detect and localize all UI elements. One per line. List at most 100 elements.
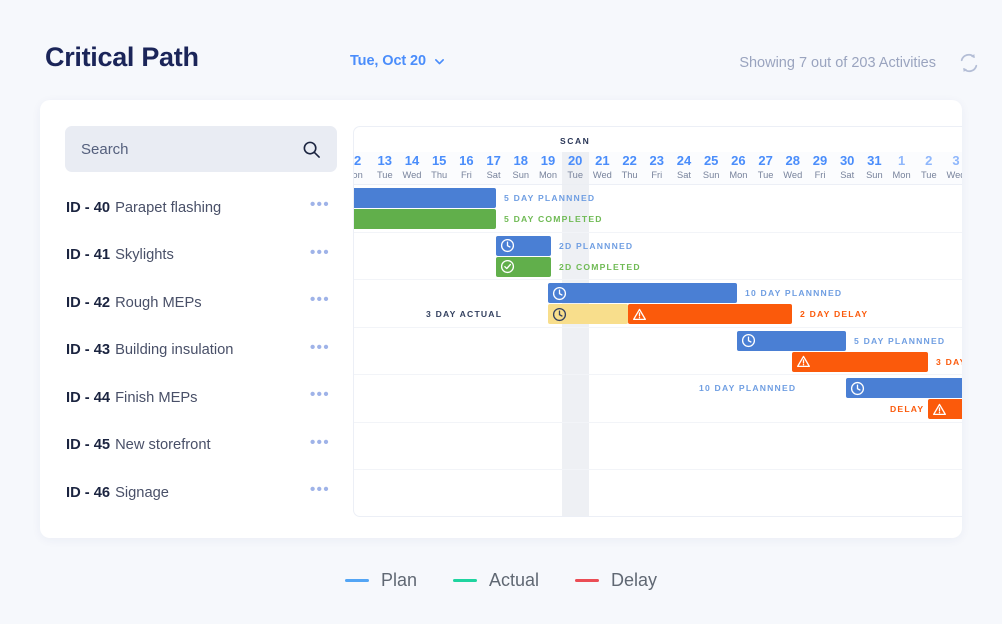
search-box[interactable] (65, 126, 337, 172)
day-column[interactable]: 3 Wed (942, 152, 963, 182)
clock-icon (552, 307, 567, 321)
day-number: 18 (513, 153, 529, 168)
completed-bar[interactable] (496, 256, 551, 277)
gantt-panel: SCAN 2 on 13 Tue 14 Wed 15 Thu 16 Fri 17 Sat 18 Sun 19… (353, 126, 962, 517)
legend-item: Delay (575, 570, 657, 591)
day-weekday: Mon (538, 170, 558, 180)
day-weekday: Thu (431, 170, 448, 180)
day-number: 21 (595, 153, 610, 168)
critical-path-card: ID - 40Parapet flashing•••ID - 41Skyligh… (40, 100, 962, 538)
row-menu-icon[interactable]: ••• (310, 435, 330, 451)
day-column[interactable]: 20 Tue (562, 152, 589, 182)
completed-bar[interactable] (354, 209, 496, 229)
day-weekday: Tue (757, 170, 774, 180)
day-column[interactable]: 14 Wed (398, 152, 425, 182)
day-column[interactable]: 21 Wed (589, 152, 616, 182)
chart-legend: Plan Actual Delay (0, 570, 1002, 591)
search-icon[interactable] (302, 140, 321, 159)
day-column[interactable]: 29 Fri (806, 152, 833, 182)
task-id: ID - 45 (66, 437, 111, 454)
legend-label: Delay (611, 570, 658, 590)
day-weekday: Sun (512, 170, 530, 180)
day-column[interactable]: 22 Thu (616, 152, 643, 182)
task-row[interactable]: ID - 43 Building insulation ••• (40, 327, 352, 375)
search-input[interactable] (81, 140, 302, 158)
task-name: Building insulation (115, 342, 234, 359)
plan-bar[interactable] (846, 378, 962, 398)
row-menu-icon[interactable]: ••• (310, 482, 330, 498)
task-id: ID - 43 (66, 342, 111, 359)
task-name: Skylights (115, 247, 174, 264)
day-column[interactable]: 15 Thu (426, 152, 453, 182)
day-number: 26 (731, 153, 746, 168)
delay-bar[interactable] (792, 351, 928, 372)
day-column[interactable]: 23 Fri (643, 152, 670, 182)
day-number: 27 (758, 153, 773, 168)
day-column[interactable]: 2 Tue (915, 152, 942, 182)
date-picker[interactable]: Tue, Oct 20 (350, 53, 446, 69)
task-row[interactable]: ID - 45 New storefront ••• (40, 422, 352, 470)
day-column[interactable]: 30 Sat (834, 152, 861, 182)
clock-icon (500, 238, 515, 253)
day-weekday: Wed (946, 170, 963, 180)
day-weekday: Sun (702, 170, 720, 180)
day-column[interactable]: 17 Sat (480, 152, 507, 182)
page-header: Critical Path Tue, Oct 20 Showing 7 out … (0, 42, 1002, 94)
day-column[interactable]: 18 Sun (507, 152, 534, 182)
refresh-icon[interactable] (958, 52, 980, 74)
day-column[interactable]: 24 Sat (670, 152, 697, 182)
task-row[interactable]: ID - 40 Parapet flashing ••• (40, 184, 352, 232)
warning-triangle-icon (633, 308, 646, 320)
date-picker-label: Tue, Oct 20 (350, 53, 426, 69)
task-name: New storefront (115, 437, 211, 454)
row-menu-icon[interactable]: ••• (310, 387, 330, 403)
day-column[interactable]: 2 on (354, 152, 371, 182)
plan-bar-label: 2D PLANNNED (559, 240, 634, 251)
delay-bar[interactable] (928, 399, 962, 419)
day-weekday: Wed (783, 170, 803, 180)
plan-bar[interactable] (496, 235, 551, 256)
legend-swatch (452, 578, 477, 583)
task-name: Parapet flashing (115, 199, 222, 216)
gantt-row (354, 470, 962, 516)
day-column[interactable]: 1 Mon (888, 152, 915, 182)
actual-bar[interactable] (548, 304, 628, 324)
legend-swatch (575, 578, 600, 583)
task-row[interactable]: ID - 46 Signage ••• (40, 469, 352, 517)
row-menu-icon[interactable]: ••• (310, 340, 330, 356)
day-column[interactable]: 16 Fri (453, 152, 480, 182)
plan-bar[interactable] (737, 330, 846, 351)
row-menu-icon[interactable]: ••• (310, 245, 330, 261)
day-number: 31 (867, 153, 882, 168)
plan-bar[interactable] (354, 188, 496, 208)
gantt-row: 2D PLANNNED 2D COMPLETED (354, 233, 962, 280)
legend-item: Plan (344, 570, 417, 591)
gantt-row: 5 DAY PLANNNED 5 DAY COMPLETED (354, 185, 962, 233)
day-weekday: Sat (840, 170, 855, 180)
row-menu-icon[interactable]: ••• (310, 197, 330, 213)
day-column[interactable]: 28 Wed (779, 152, 806, 182)
task-row[interactable]: ID - 41 Skylights ••• (40, 232, 352, 280)
warning-triangle-icon (797, 355, 810, 368)
day-weekday: Sun (866, 170, 883, 180)
day-weekday: Mon (892, 170, 911, 180)
day-column[interactable]: 27 Tue (752, 152, 779, 182)
plan-bar-label: 10 DAY PLANNNED (699, 383, 797, 393)
day-weekday: Fri (460, 170, 472, 180)
day-column[interactable]: 19 Mon (534, 152, 561, 182)
plan-bar[interactable] (548, 283, 737, 303)
gantt-rows: 5 DAY PLANNNED 5 DAY COMPLETED 2D PLANNN… (354, 185, 962, 516)
task-row[interactable]: ID - 42 Rough MEPs ••• (40, 279, 352, 327)
delay-bar[interactable] (628, 304, 792, 324)
task-name: Signage (115, 484, 169, 501)
day-column[interactable]: 26 Mon (725, 152, 752, 182)
day-column[interactable]: 25 Sun (698, 152, 725, 182)
day-column[interactable]: 31 Sun (861, 152, 888, 182)
warning-triangle-icon (933, 403, 946, 415)
task-row[interactable]: ID - 44 Finish MEPs ••• (40, 374, 352, 422)
gantt-row (354, 423, 962, 470)
delay-bar-label: 2 DAY DELAY (800, 309, 869, 319)
day-column[interactable]: 13 Tue (371, 152, 398, 182)
row-menu-icon[interactable]: ••• (310, 292, 330, 308)
task-id: ID - 40 (66, 199, 111, 216)
